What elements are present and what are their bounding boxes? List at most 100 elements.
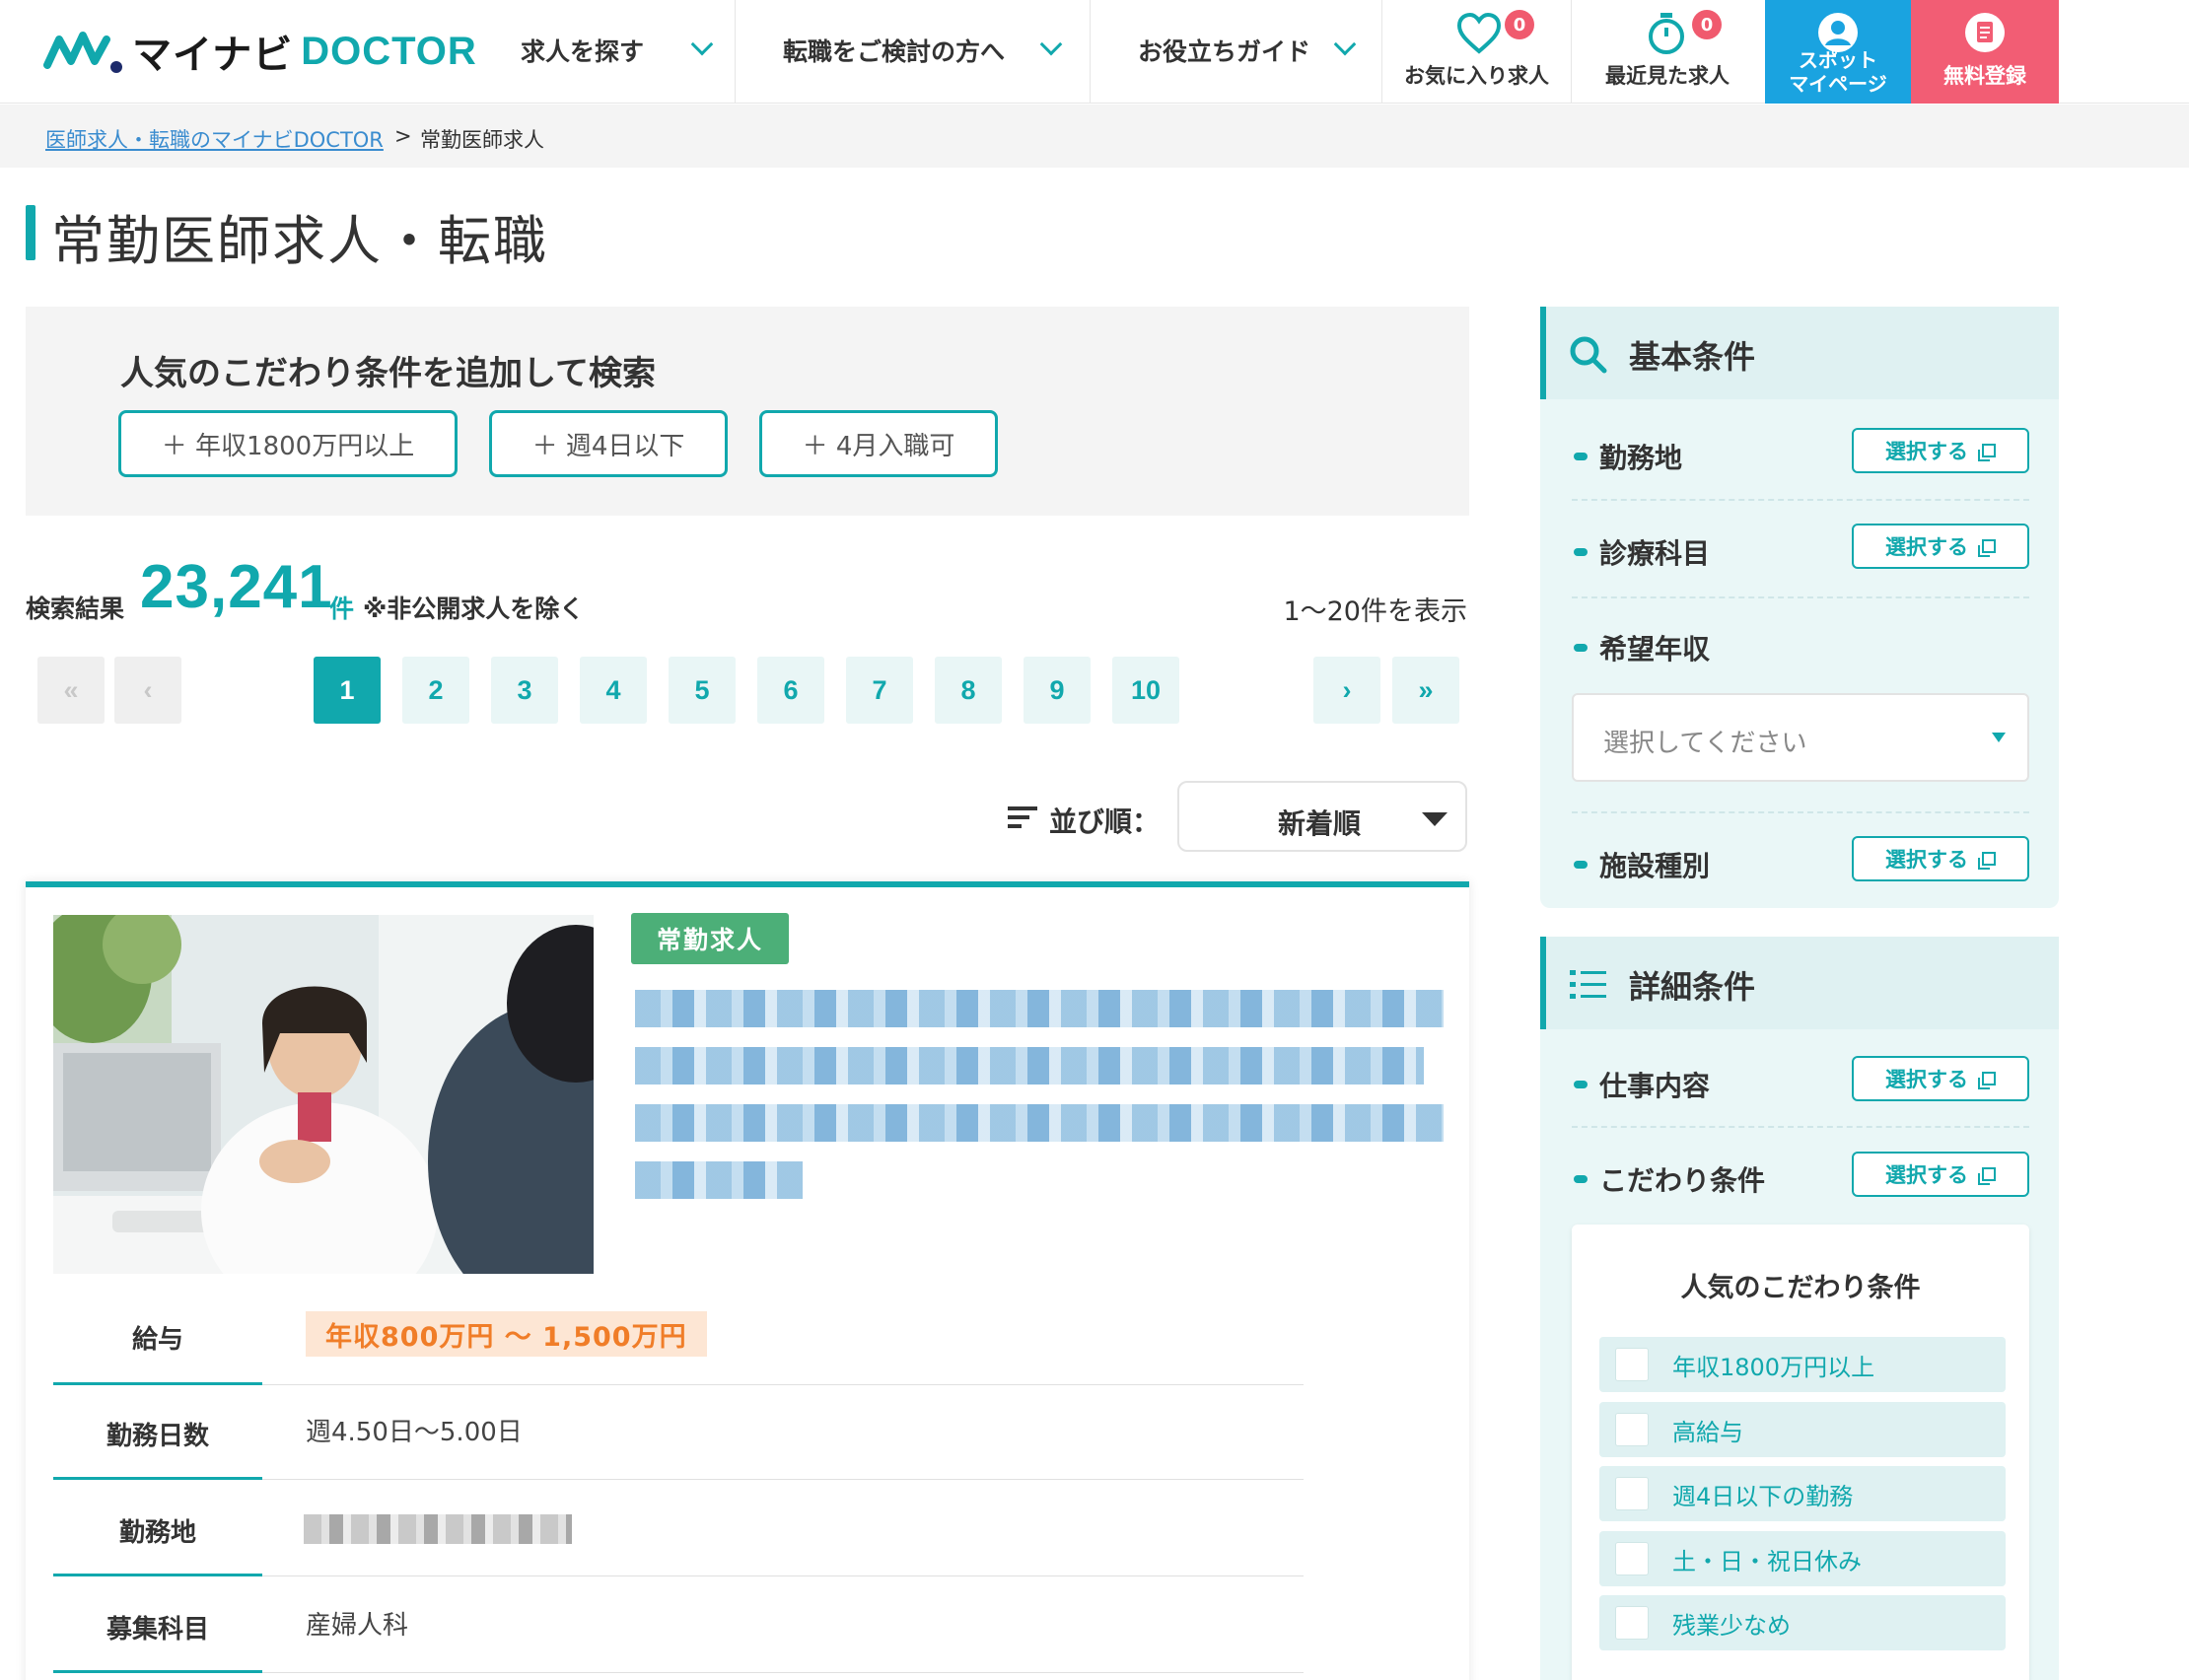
checkbox-weekends-off[interactable]: 土・日・祝日休み bbox=[1599, 1531, 2006, 1586]
select-location-button[interactable]: 選択する bbox=[1852, 428, 2029, 473]
chip-4days-or-less[interactable]: ＋ 週4日以下 bbox=[489, 410, 728, 477]
row-label-salary: 給与 bbox=[131, 1325, 183, 1355]
nav-career-change[interactable]: 転職をご検討の方へ bbox=[736, 0, 1091, 104]
pagination-first[interactable]: « bbox=[37, 657, 105, 724]
row-divider bbox=[262, 1384, 1304, 1385]
nav-label: お役立ちガイド bbox=[1138, 37, 1311, 66]
select-facility-button[interactable]: 選択する bbox=[1852, 836, 2029, 881]
logo-text-ja: マイナビ bbox=[132, 33, 294, 78]
job-photo bbox=[53, 915, 594, 1274]
popular-preferences-heading: 人気のこだわり条件 bbox=[1680, 1273, 1921, 1303]
row-divider bbox=[53, 1574, 262, 1576]
checkbox-box[interactable] bbox=[1615, 1348, 1649, 1381]
detail-conditions-panel: 詳細条件 仕事内容 選択する こだわり条件 選択する 人気のこだわり条件 年収1… bbox=[1540, 937, 2059, 1680]
pagination-page[interactable]: 8 bbox=[935, 657, 1002, 724]
checkbox-box[interactable] bbox=[1615, 1477, 1649, 1510]
select-department-button[interactable]: 選択する bbox=[1852, 524, 2029, 569]
condition-desired-income: 希望年収 bbox=[1574, 628, 1710, 667]
sort-select[interactable]: 新着順 bbox=[1177, 781, 1467, 852]
results-note: ※非公開求人を除く bbox=[363, 595, 585, 623]
sort-icon bbox=[1008, 806, 1037, 828]
pagination-page[interactable]: 4 bbox=[580, 657, 647, 724]
results-count: 23,241 bbox=[140, 553, 333, 621]
recently-viewed-button[interactable]: 0 最近見た求人 bbox=[1572, 0, 1763, 104]
desired-income-select[interactable]: 選択してください bbox=[1572, 693, 2029, 782]
row-divider bbox=[53, 1477, 262, 1480]
caret-down-icon bbox=[1992, 733, 2006, 742]
register-button[interactable]: 無料登録 bbox=[1911, 0, 2059, 104]
basic-conditions-title: 基本条件 bbox=[1629, 338, 1756, 376]
search-icon bbox=[1570, 336, 1607, 374]
logo-mark-icon bbox=[43, 32, 122, 73]
favorites-button[interactable]: 0 お気に入り求人 bbox=[1382, 0, 1572, 104]
blurred-title-line bbox=[635, 1047, 1424, 1085]
row-divider bbox=[262, 1672, 1304, 1673]
checkbox-4days[interactable]: 週4日以下の勤務 bbox=[1599, 1466, 2006, 1521]
site-logo[interactable]: マイナビ DOCTOR bbox=[43, 22, 477, 81]
checkbox-less-overtime[interactable]: 残業少なめ bbox=[1599, 1595, 2006, 1650]
popular-conditions-panel: 人気のこだわり条件を追加して検索 ＋ 年収1800万円以上 ＋ 週4日以下 ＋ … bbox=[26, 307, 1469, 516]
chip-income-18m[interactable]: ＋ 年収1800万円以上 bbox=[118, 410, 458, 477]
caret-down-icon bbox=[1422, 812, 1448, 826]
pagination-page[interactable]: 7 bbox=[846, 657, 913, 724]
checkbox-high-salary[interactable]: 高給与 bbox=[1599, 1402, 2006, 1457]
document-icon bbox=[1965, 13, 2005, 52]
list-icon bbox=[1570, 970, 1606, 999]
select-preferences-button[interactable]: 選択する bbox=[1852, 1152, 2029, 1197]
site-header: マイナビ DOCTOR 求人を探す 転職をご検討の方へ お役立ちガイド 0 お気… bbox=[0, 0, 2189, 104]
blurred-title-line bbox=[635, 1161, 803, 1199]
nav-search-jobs[interactable]: 求人を探す bbox=[493, 0, 736, 104]
pagination-last[interactable]: » bbox=[1392, 657, 1459, 724]
nav-guide[interactable]: お役立ちガイド bbox=[1091, 0, 1382, 104]
pagination-prev[interactable]: ‹ bbox=[114, 657, 181, 724]
detail-conditions-header: 詳細条件 bbox=[1540, 937, 2059, 1029]
chip-april-start[interactable]: ＋ 4月入職可 bbox=[759, 410, 998, 477]
nav-label: 転職をご検討の方へ bbox=[783, 37, 1006, 66]
dashed-divider bbox=[1572, 811, 2029, 813]
checkbox-box[interactable] bbox=[1615, 1542, 1649, 1575]
salary-value: 年収800万円 〜 1,500万円 bbox=[306, 1311, 707, 1357]
blurred-location bbox=[304, 1514, 572, 1544]
row-label-department: 募集科目 bbox=[106, 1615, 209, 1645]
checkbox-box[interactable] bbox=[1615, 1413, 1649, 1446]
select-job-content-button[interactable]: 選択する bbox=[1852, 1056, 2029, 1101]
pagination-page[interactable]: 1 bbox=[314, 657, 381, 724]
job-photo-illustration bbox=[53, 915, 594, 1274]
job-type-tag: 常勤求人 bbox=[631, 913, 789, 964]
logo-text-en: DOCTOR bbox=[301, 29, 477, 73]
favorites-label: お気に入り求人 bbox=[1404, 64, 1549, 88]
user-icon bbox=[1818, 13, 1858, 52]
pagination-page[interactable]: 10 bbox=[1112, 657, 1179, 724]
pagination-page[interactable]: 5 bbox=[669, 657, 736, 724]
checkbox-income-18m[interactable]: 年収1800万円以上 bbox=[1599, 1337, 2006, 1392]
title-accent-bar bbox=[26, 205, 35, 260]
pagination-page[interactable]: 9 bbox=[1024, 657, 1091, 724]
pagination-page[interactable]: 6 bbox=[757, 657, 824, 724]
external-window-icon bbox=[1978, 539, 1996, 557]
recent-label: 最近見た求人 bbox=[1605, 64, 1730, 88]
page-title: 常勤医師求人・転職 bbox=[51, 210, 548, 272]
row-label-workdays: 勤務日数 bbox=[106, 1422, 209, 1451]
dashed-divider bbox=[1572, 596, 2029, 598]
pagination-page[interactable]: 2 bbox=[402, 657, 469, 724]
row-divider bbox=[262, 1575, 1304, 1576]
checkbox-box[interactable] bbox=[1615, 1606, 1649, 1640]
sort-label: 並び順： bbox=[1049, 805, 1161, 838]
nav-label: 求人を探す bbox=[521, 37, 645, 66]
job-card[interactable]: 常勤求人 給与 年収800万円 〜 1,500万円 勤務日数 週4.50日〜5.… bbox=[26, 881, 1469, 1680]
breadcrumb-current: 常勤医師求人 bbox=[420, 128, 544, 152]
pagination-page[interactable]: 3 bbox=[491, 657, 558, 724]
condition-job-content: 仕事内容 bbox=[1574, 1065, 1710, 1104]
pagination-next[interactable]: › bbox=[1313, 657, 1380, 724]
popular-preferences-box: 人気のこだわり条件 年収1800万円以上 高給与 週4日以下の勤務 土・日・祝日… bbox=[1572, 1225, 2029, 1680]
external-window-icon bbox=[1978, 852, 1996, 870]
condition-department: 診療科目 bbox=[1574, 532, 1710, 572]
results-unit: 件 bbox=[329, 595, 355, 623]
spot-mypage-button[interactable]: スポット マイページ bbox=[1765, 0, 1911, 104]
results-range: 1〜20件を表示 bbox=[1283, 596, 1467, 627]
breadcrumb-home-link[interactable]: 医師求人・転職のマイナビDOCTOR bbox=[45, 124, 384, 154]
recent-count-badge: 0 bbox=[1692, 10, 1722, 39]
condition-preferences: こだわり条件 bbox=[1574, 1159, 1765, 1199]
blurred-title-line bbox=[635, 990, 1444, 1027]
row-divider bbox=[53, 1382, 262, 1385]
